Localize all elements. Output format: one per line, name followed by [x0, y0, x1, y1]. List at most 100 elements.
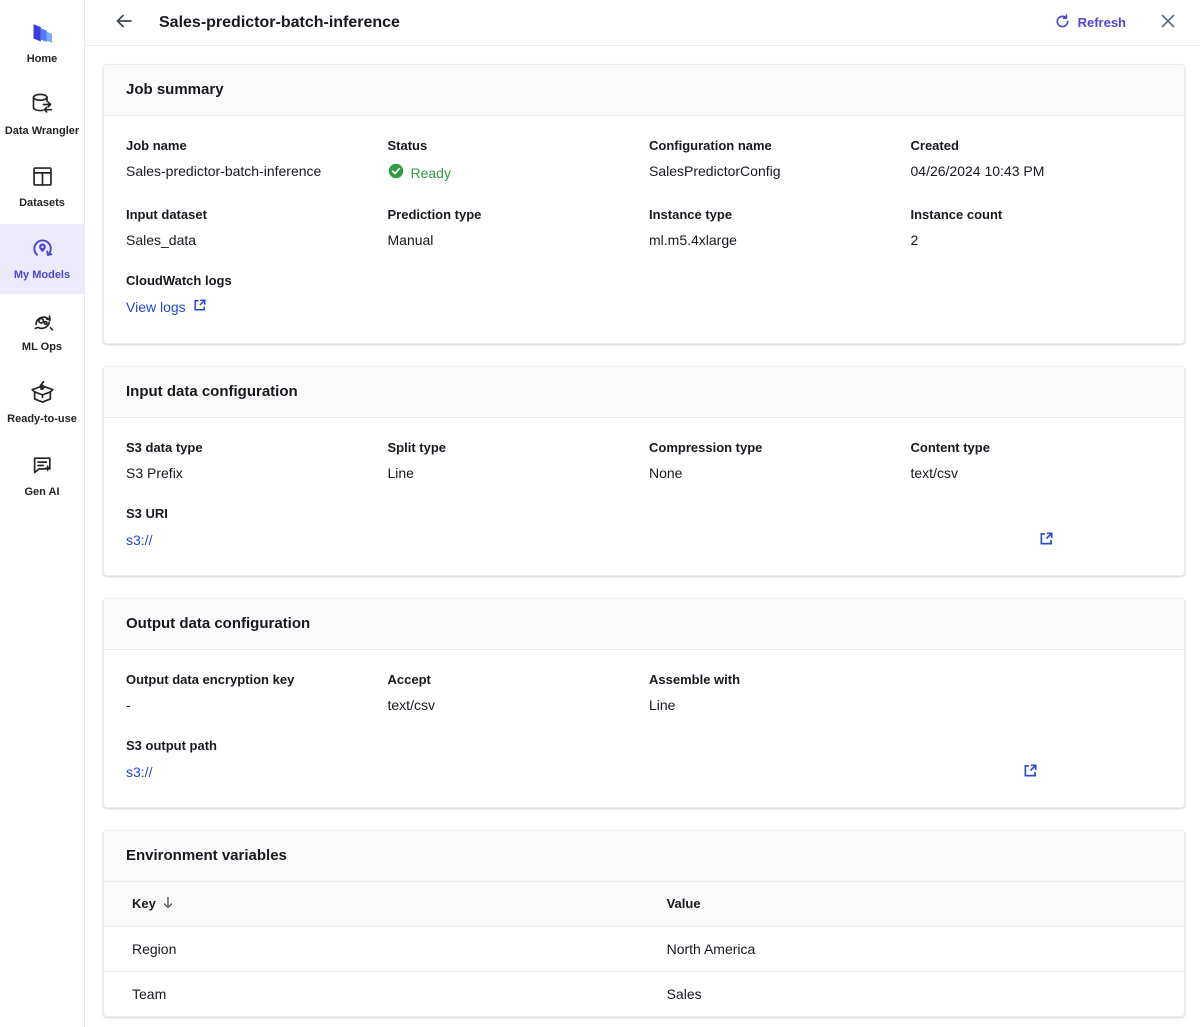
- sidebar-item-label: Gen AI: [24, 486, 59, 498]
- card-title: Environment variables: [126, 847, 287, 864]
- sidebar-item-label: Data Wrangler: [5, 125, 79, 137]
- field-compression-type: Compression type None: [649, 440, 901, 481]
- field-content-type: Content type text/csv: [911, 440, 1163, 481]
- field-label: Split type: [388, 440, 640, 455]
- field-label: Configuration name: [649, 138, 901, 153]
- env-key-cell: Region: [104, 926, 639, 971]
- back-button[interactable]: [113, 12, 135, 34]
- sidebar-item-ready-to-use[interactable]: Ready-to-use: [0, 368, 84, 438]
- s3-uri-link[interactable]: s3://: [126, 532, 152, 548]
- table-row: Region North America: [104, 926, 1184, 971]
- field-value: Line: [649, 697, 901, 713]
- column-header-value[interactable]: Value: [639, 882, 1184, 927]
- external-link-icon: [193, 298, 207, 315]
- field-configuration-name: Configuration name SalesPredictorConfig: [649, 138, 901, 182]
- field-label: Prediction type: [388, 207, 640, 222]
- field-label: S3 URI: [126, 506, 1162, 521]
- field-value: text/csv: [911, 465, 1163, 481]
- field-instance-count: Instance count 2: [911, 207, 1163, 248]
- field-instance-type: Instance type ml.m5.4xlarge: [649, 207, 901, 248]
- env-value-cell: Sales: [639, 971, 1184, 1016]
- sidebar-item-home[interactable]: Home: [0, 8, 84, 78]
- field-label: Created: [911, 138, 1163, 153]
- field-status: Status Ready: [388, 138, 640, 182]
- field-label: Instance count: [911, 207, 1163, 222]
- input-config-header: Input data configuration: [104, 367, 1184, 418]
- field-accept: Accept text/csv: [388, 672, 640, 713]
- close-button[interactable]: [1160, 13, 1176, 32]
- sidebar-item-datasets[interactable]: Datasets: [0, 152, 84, 222]
- external-link-icon: [1039, 531, 1054, 549]
- sidebar-item-label: ML Ops: [22, 341, 62, 353]
- refresh-icon: [1055, 14, 1070, 32]
- field-label: S3 data type: [126, 440, 378, 455]
- field-value: 2: [911, 232, 1163, 248]
- back-arrow-icon: [114, 11, 134, 34]
- field-value: Line: [388, 465, 640, 481]
- gen-ai-icon: [29, 452, 56, 479]
- datasets-icon: [29, 163, 56, 190]
- field-s3-data-type: S3 data type S3 Prefix: [126, 440, 378, 481]
- ready-to-use-icon: [29, 379, 56, 406]
- field-value: ml.m5.4xlarge: [649, 232, 901, 248]
- sidebar-item-label: My Models: [14, 269, 70, 281]
- field-value: S3 Prefix: [126, 465, 378, 481]
- field-value: -: [126, 697, 378, 713]
- view-logs-link[interactable]: View logs: [126, 298, 207, 315]
- data-wrangler-icon: [29, 91, 56, 118]
- refresh-label: Refresh: [1078, 15, 1126, 30]
- card-title: Job summary: [126, 81, 224, 98]
- field-input-dataset: Input dataset Sales_data: [126, 207, 378, 248]
- my-models-icon: [29, 235, 56, 262]
- field-value: None: [649, 465, 901, 481]
- refresh-button[interactable]: Refresh: [1055, 14, 1126, 32]
- page-header: Sales-predictor-batch-inference Refresh: [85, 0, 1200, 46]
- status-text: Ready: [411, 165, 451, 181]
- sidebar-item-label: Ready-to-use: [7, 413, 77, 425]
- field-label: Accept: [388, 672, 640, 687]
- output-config-card: Output data configuration Output data en…: [103, 598, 1185, 808]
- s3-output-path-link[interactable]: s3://: [126, 764, 152, 780]
- field-created: Created 04/26/2024 10:43 PM: [911, 138, 1163, 182]
- ml-ops-icon: [29, 307, 56, 334]
- field-label: Assemble with: [649, 672, 901, 687]
- environment-variables-header: Environment variables: [104, 831, 1184, 882]
- environment-variables-card: Environment variables Key: [103, 830, 1185, 1017]
- field-label: Instance type: [649, 207, 901, 222]
- field-label: Compression type: [649, 440, 901, 455]
- field-label: CloudWatch logs: [126, 273, 1162, 288]
- link-label: View logs: [126, 299, 186, 315]
- field-label: Input dataset: [126, 207, 378, 222]
- job-summary-header: Job summary: [104, 65, 1184, 116]
- main-area: Sales-predictor-batch-inference Refresh …: [85, 0, 1200, 1027]
- field-s3-output-path: S3 output path s3://: [126, 738, 1162, 781]
- card-title: Input data configuration: [126, 383, 298, 400]
- sidebar-item-gen-ai[interactable]: Gen AI: [0, 441, 84, 511]
- job-summary-card: Job summary Job name Sales-predictor-bat…: [103, 64, 1185, 344]
- field-value: 04/26/2024 10:43 PM: [911, 163, 1163, 179]
- page-content: Job summary Job name Sales-predictor-bat…: [85, 46, 1200, 1027]
- table-row: Team Sales: [104, 971, 1184, 1016]
- field-s3-uri: S3 URI s3://: [126, 506, 1162, 549]
- field-value: text/csv: [388, 697, 640, 713]
- field-encryption-key: Output data encryption key -: [126, 672, 378, 713]
- output-config-header: Output data configuration: [104, 599, 1184, 650]
- column-label: Value: [667, 896, 701, 911]
- field-label: Status: [388, 138, 640, 153]
- field-job-name: Job name Sales-predictor-batch-inference: [126, 138, 378, 182]
- field-assemble-with: Assemble with Line: [649, 672, 901, 713]
- open-s3-output-button[interactable]: [1023, 763, 1038, 781]
- field-cloudwatch-logs: CloudWatch logs View logs: [126, 273, 1162, 317]
- env-key-cell: Team: [104, 971, 639, 1016]
- close-icon: [1160, 13, 1176, 32]
- sidebar-item-label: Datasets: [19, 197, 65, 209]
- link-label: s3://: [126, 532, 152, 548]
- open-s3-uri-button[interactable]: [1039, 531, 1054, 549]
- field-value: SalesPredictorConfig: [649, 163, 901, 179]
- field-prediction-type: Prediction type Manual: [388, 207, 640, 248]
- sidebar-item-data-wrangler[interactable]: Data Wrangler: [0, 80, 84, 150]
- field-label: Content type: [911, 440, 1163, 455]
- sidebar-item-ml-ops[interactable]: ML Ops: [0, 296, 84, 366]
- column-header-key[interactable]: Key: [104, 882, 639, 927]
- sidebar-item-my-models[interactable]: My Models: [0, 224, 84, 294]
